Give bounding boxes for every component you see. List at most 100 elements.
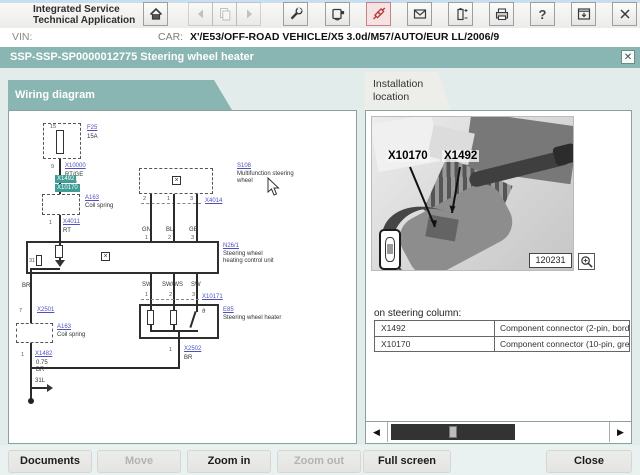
connector-link[interactable]: X1482 — [35, 351, 52, 358]
pages-button — [212, 2, 237, 26]
mail-icon — [413, 9, 426, 19]
pin-number: 1 — [21, 352, 25, 358]
window-select-button[interactable] — [571, 2, 596, 26]
highlighted-connector-x10170[interactable]: X10170 — [55, 184, 80, 192]
forward-button — [236, 2, 261, 26]
wire-color-label: BR — [22, 283, 31, 289]
horizontal-scrollbar[interactable]: ◀ ▶ — [366, 421, 631, 443]
thermo-symbol: ϑ — [202, 309, 206, 315]
pin-number: 1 — [167, 196, 171, 202]
help-button[interactable]: ? — [530, 2, 555, 26]
tab-installation-line2: location — [373, 91, 410, 103]
component-icon: × — [172, 176, 181, 185]
pin-number: 1 — [49, 220, 53, 226]
table-row[interactable]: X1492 Component connector (2-pin, bordea… — [375, 321, 629, 336]
callout-x1492: X1492 — [442, 150, 480, 162]
help-icon: ? — [538, 6, 547, 22]
tab-installation-location[interactable]: Installation location — [365, 72, 451, 110]
table-caption: on steering column: — [374, 308, 462, 319]
print-button[interactable] — [489, 2, 514, 26]
car-position-icon — [379, 229, 401, 270]
scrollbar-thumb[interactable] — [449, 426, 457, 438]
terminal-label: 31 — [29, 258, 36, 264]
pin-number: 3 — [192, 292, 196, 298]
app-title-line1: Integrated Service — [33, 4, 120, 15]
workshop-button[interactable] — [283, 2, 308, 26]
wiring-diagram-panel[interactable]: 15 F25 15A 9 X10000 RT/GE 0.75 X1492 X10… — [8, 110, 357, 444]
mfl-id-link[interactable]: S108 — [237, 163, 251, 170]
printer-icon — [495, 8, 508, 21]
battery-status-button[interactable] — [448, 2, 473, 26]
magnifier-icon — [581, 256, 593, 268]
vehicle-bar: VIN: CAR: X'/E53/OFF-ROAD VEHICLE/X5 3.0… — [0, 28, 640, 47]
magnify-button[interactable] — [578, 253, 595, 270]
wire — [30, 274, 32, 323]
exit-button[interactable] — [612, 2, 637, 26]
documents-button[interactable]: Documents — [8, 450, 92, 473]
table-row[interactable]: X10170 Component connector (10-pin, gree… — [375, 336, 629, 351]
fuse-rating: 15A — [87, 134, 98, 140]
connector-link[interactable]: X10000 — [65, 163, 86, 170]
wiring-diagram: 15 F25 15A 9 X10000 RT/GE 0.75 X1492 X10… — [9, 111, 356, 443]
connector-id-cell: X1492 — [375, 321, 495, 336]
connector-line — [141, 299, 199, 300]
wire — [30, 343, 32, 401]
highlighted-connector-x1492[interactable]: X1492 — [55, 175, 77, 183]
installation-photo: X10170 X1492 120231 — [371, 116, 574, 271]
connector-link[interactable]: X2501 — [37, 307, 54, 314]
control-unit-id-link[interactable]: N26/1 — [223, 243, 239, 250]
control-unit-label-line2: heating control unit — [223, 258, 274, 264]
heater-id-link[interactable]: E85 — [223, 307, 234, 314]
coil-spring-label: Coil spring — [57, 332, 86, 338]
wire-color-label: GE — [189, 227, 198, 233]
scroll-right-button[interactable]: ▶ — [609, 422, 631, 442]
close-icon — [619, 9, 630, 19]
wire-color-label: BR — [184, 355, 193, 361]
home-button[interactable] — [143, 2, 168, 26]
mfl-label-line1: Multifunction steering — [237, 171, 294, 177]
document-close-button[interactable]: ✕ — [621, 50, 635, 64]
zoom-out-button: Zoom out — [277, 450, 361, 473]
connector-link[interactable]: X10171 — [202, 294, 223, 301]
document-title: SSP-SSP-SP0000012775 Steering wheel heat… — [10, 51, 254, 63]
ista-window: Integrated Service Technical Application — [0, 0, 640, 475]
mfl-label-line2: wheel — [237, 178, 253, 184]
heater-label: Steering wheel heater — [223, 315, 282, 321]
tab-wiring-diagram[interactable]: Wiring diagram — [8, 80, 232, 110]
full-screen-button[interactable]: Full screen — [363, 450, 451, 473]
wire — [150, 330, 198, 332]
connector-link[interactable]: X4014 — [205, 198, 222, 205]
installation-location-panel[interactable]: X10170 X1492 120231 on steering column: — [365, 110, 632, 444]
home-icon — [149, 7, 162, 20]
scroll-left-button[interactable]: ◀ — [366, 422, 388, 442]
coil-spring-id-link[interactable]: A163 — [85, 195, 99, 202]
car-value: X'/E53/OFF-ROAD VEHICLE/X5 3.0d/M57/AUTO… — [190, 31, 500, 43]
fuse-symbol — [56, 130, 64, 154]
coil-spring-id-link[interactable]: A163 — [57, 324, 71, 331]
car-label: CAR: — [158, 31, 184, 43]
connector-link[interactable]: X2502 — [184, 346, 201, 353]
app-title: Integrated Service Technical Application — [33, 4, 135, 26]
connector-link[interactable]: X4011 — [63, 219, 80, 226]
fuse-id-link[interactable]: F25 — [87, 125, 97, 132]
wire-color-label: BL — [166, 227, 174, 233]
connector-desc-cell: Component connector (2-pin, bordeaux) — [500, 323, 629, 333]
connector-table: X1492 Component connector (2-pin, bordea… — [374, 320, 630, 352]
pages-icon — [219, 8, 230, 21]
connection-status-button[interactable] — [366, 2, 391, 26]
coil-spring-box-upper — [42, 194, 80, 215]
battery-icon — [456, 8, 467, 21]
wire — [30, 367, 180, 369]
connector-desc-cell: Component connector (10-pin, green). — [500, 339, 629, 349]
pin-number: 1 — [145, 292, 149, 298]
callout-x10170: X10170 — [386, 150, 430, 162]
pin-number: 9 — [51, 164, 55, 170]
messages-button[interactable] — [407, 2, 432, 26]
zoom-in-button[interactable]: Zoom in — [187, 450, 271, 473]
device-manager-button[interactable] — [325, 2, 350, 26]
window-dropdown-icon — [577, 8, 590, 20]
heating-element-symbol — [147, 310, 154, 325]
close-button[interactable]: Close — [546, 450, 632, 473]
back-icon — [197, 9, 203, 19]
resistor-symbol — [55, 245, 63, 258]
